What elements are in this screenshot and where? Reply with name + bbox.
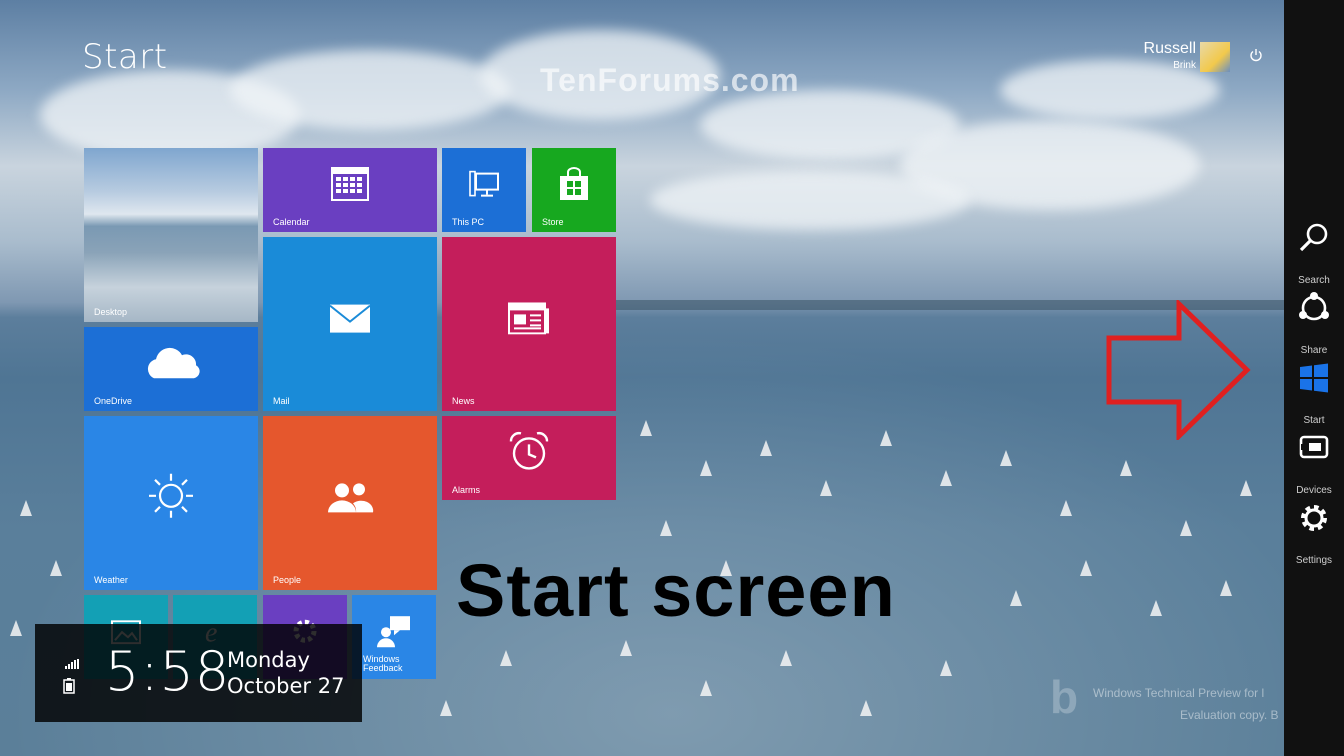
clock-time: 5:58 [105, 640, 231, 703]
tile-label: Mail [273, 396, 290, 406]
user-name: Russell [1143, 40, 1196, 57]
tile-people[interactable]: People [263, 416, 437, 590]
cloud-icon [142, 346, 200, 384]
tile-windows-feedback[interactable]: Windows Feedback [352, 595, 436, 679]
calendar-icon [330, 166, 370, 206]
tile-store[interactable]: Store [532, 148, 616, 232]
windows-logo-icon [1284, 362, 1344, 394]
tile-label: Alarms [452, 485, 481, 495]
tile-label: Windows Feedback [363, 654, 403, 673]
power-icon[interactable] [1248, 48, 1264, 64]
tile-label: Desktop [94, 307, 128, 317]
gear-icon [1284, 502, 1344, 534]
tile-label: This PC [452, 217, 485, 227]
bing-logo-icon: b [1050, 671, 1079, 723]
charm-label: Devices [1296, 485, 1332, 496]
tile-alarms[interactable]: Alarms [442, 416, 616, 500]
charm-start[interactable]: Start [1284, 362, 1344, 428]
charm-devices[interactable]: Devices [1284, 432, 1344, 498]
tile-label: OneDrive [94, 396, 133, 406]
watermark: TenForums.com [540, 62, 800, 98]
charm-label: Search [1298, 275, 1330, 286]
share-icon [1284, 292, 1344, 324]
search-icon [1284, 222, 1344, 254]
network-signal-icon [65, 654, 79, 673]
tile-label: News [452, 396, 475, 406]
tile-label: Weather [94, 575, 128, 585]
tile-news[interactable]: News [442, 237, 616, 411]
charm-share[interactable]: Share [1284, 292, 1344, 358]
red-arrow-icon [1105, 298, 1251, 444]
tile-weather[interactable]: Weather [84, 416, 258, 590]
user-sub: Brink [1173, 60, 1196, 71]
avatar [1200, 42, 1230, 72]
bing-watermark: b Windows Technical Preview for l Evalua… [1050, 670, 1280, 730]
alarm-clock-icon [508, 430, 550, 476]
tile-desktop[interactable]: Desktop [84, 148, 258, 322]
battery-icon [63, 678, 75, 698]
tile-label: Store [542, 217, 564, 227]
computer-icon [468, 170, 500, 204]
charm-settings[interactable]: Settings [1284, 502, 1344, 568]
tile-this-pc[interactable]: This PC [442, 148, 526, 232]
tile-mail[interactable]: Mail [263, 237, 437, 411]
build-info-line1: Windows Technical Preview for l [1093, 686, 1265, 700]
clock-date: October 27 [227, 674, 345, 698]
charm-search[interactable]: Search [1284, 222, 1344, 288]
clock-overlay: 5:58 Monday October 27 [35, 624, 362, 722]
tile-label: Calendar [273, 217, 310, 227]
tile-calendar[interactable]: Calendar [263, 148, 437, 232]
charm-label: Settings [1295, 555, 1333, 566]
charms-bar: Search Share Start Devices Settings [1284, 0, 1344, 756]
devices-icon [1284, 432, 1344, 464]
tile-label: People [273, 575, 302, 585]
clock-day: Monday [227, 648, 310, 672]
people-icon [326, 481, 374, 517]
start-title: Start [82, 37, 168, 77]
store-bag-icon [556, 166, 592, 206]
tile-onedrive[interactable]: OneDrive [84, 327, 258, 411]
feedback-icon [376, 614, 412, 652]
charm-label: Start [1303, 415, 1325, 426]
mail-icon [329, 304, 371, 338]
annotation-caption: Start screen [456, 549, 896, 632]
sun-icon [147, 472, 195, 524]
build-info-line2: Evaluation copy. B [1180, 708, 1279, 722]
news-icon [508, 302, 550, 338]
desktop-preview-image [84, 148, 258, 322]
charm-label: Share [1300, 345, 1328, 356]
